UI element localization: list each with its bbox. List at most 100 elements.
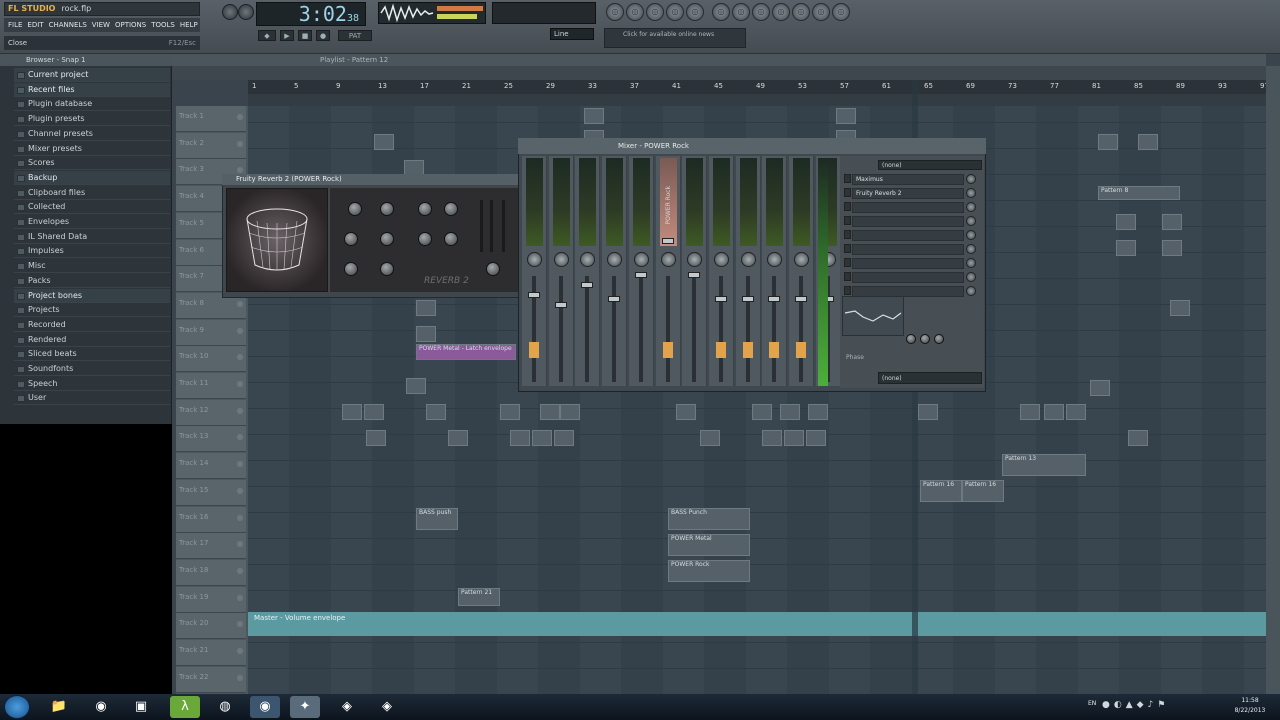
effect-slot[interactable] [852,216,964,227]
effect-slot[interactable]: Maximus [852,174,964,185]
pattern-clip-small[interactable] [366,430,386,446]
pattern-clip-small[interactable] [1066,404,1086,420]
pattern-clip-small[interactable] [676,404,696,420]
pattern-clip-small[interactable] [540,404,560,420]
pattern-clip-small[interactable] [1116,214,1136,230]
pattern-clip-small[interactable] [584,108,604,124]
pattern-clip[interactable]: POWER Metal - Latch envelope [416,344,516,360]
main-pitch-knob[interactable] [238,4,254,20]
pattern-clip-small[interactable] [752,404,772,420]
track-mute-led[interactable] [237,487,243,494]
stereo-sep-knob[interactable] [380,262,394,276]
wet-knob[interactable] [486,262,500,276]
strip-fader-handle[interactable] [795,296,807,302]
track-header[interactable]: Track 17 [176,533,246,560]
strip-pan-knob[interactable] [633,252,649,267]
mixer-output-select[interactable]: (none) [878,372,982,384]
pattern-clip-small[interactable] [1128,430,1148,446]
news-ticker[interactable]: Click for available online news [604,28,746,48]
browser-item[interactable]: Rendered [14,333,170,347]
diffusion-knob[interactable] [418,202,432,216]
track-header[interactable]: Track 22 [176,666,246,693]
track-mute-led[interactable] [237,381,243,387]
track-mute-led[interactable] [237,140,243,147]
slot-mix-knob[interactable] [966,272,976,282]
effect-slot[interactable] [852,258,964,269]
capture-app-icon[interactable]: ◈ [332,696,362,718]
bass-knob[interactable] [418,232,432,246]
wet-slider[interactable] [502,200,505,252]
pattern-clip-small[interactable] [1162,240,1182,256]
early-ref-slider[interactable] [490,200,493,252]
mixer-icon[interactable]: ◎ [686,3,704,21]
track-header[interactable]: Track 19 [176,586,246,613]
browser-item[interactable]: Plugin presets [14,112,170,127]
strip-route-button[interactable] [742,342,753,358]
record-button[interactable]: ● [316,30,330,41]
menu-item[interactable]: HELP [180,18,198,32]
slot-mix-knob[interactable] [966,244,976,254]
slot-mix-knob[interactable] [966,216,976,226]
strip-fader-handle[interactable] [688,272,701,278]
pattern-clip-small[interactable] [1020,404,1040,420]
pattern-clip-small[interactable] [918,404,938,420]
strip-pan-knob[interactable] [607,252,623,267]
pattern-clip-small[interactable] [762,430,782,446]
pattern-clip-small[interactable] [426,404,446,420]
lambda-app-icon[interactable]: λ [170,696,200,718]
track-mute-led[interactable] [237,354,243,361]
playlist-icon[interactable]: ◎ [606,3,624,21]
strip-route-button[interactable] [769,342,780,358]
decay-knob[interactable] [444,202,458,216]
track-header[interactable]: Track 15 [176,479,246,506]
track-mute-led[interactable] [237,648,243,654]
browser-item[interactable]: IL Shared Data [14,230,170,244]
browser-item[interactable]: Packs [14,274,170,288]
track-mute-led[interactable] [237,594,243,601]
pattern-clip-small[interactable] [554,430,574,446]
strip-fader-handle[interactable] [554,302,567,308]
track-mute-led[interactable] [237,327,243,334]
track-header[interactable]: Track 2 [176,132,246,159]
track-header[interactable]: Track 14 [176,453,246,480]
pattern-clip-small[interactable] [1090,380,1110,396]
browser-item[interactable]: Project bones [14,288,170,303]
eq-curve[interactable] [842,296,904,336]
track-header[interactable]: Track 21 [176,640,246,666]
firefox-icon[interactable]: ◍ [210,696,240,718]
main-volume-knob[interactable] [222,4,238,20]
mixer-strip[interactable] [762,156,788,386]
chrome-active-icon[interactable]: ◉ [250,696,280,718]
effect-slot[interactable] [852,202,964,213]
pattern-clip-small[interactable] [1044,404,1064,420]
strip-pan-knob[interactable] [660,252,676,267]
slot-enable-toggle[interactable] [844,174,851,183]
slot-enable-toggle[interactable] [844,272,851,281]
browser-item[interactable]: Soundfonts [14,362,170,376]
mixer-strip[interactable] [548,156,574,386]
track-header[interactable]: Track 10 [176,346,246,373]
track-header[interactable]: Track 9 [176,319,246,346]
strip-pan-knob[interactable] [527,252,542,267]
menu-item[interactable]: EDIT [27,18,43,32]
track-mute-led[interactable] [237,300,243,307]
mixer-strip[interactable] [789,156,814,386]
track-header[interactable]: Track 20 [176,613,246,640]
menu-item[interactable]: TOOLS [151,18,175,32]
effect-slot[interactable] [852,272,964,283]
strip-fader-handle[interactable] [528,292,540,298]
eq-knob-3[interactable] [934,334,944,344]
mixer-strip[interactable] [575,156,601,386]
track-mute-led[interactable] [237,407,243,414]
explorer-icon[interactable]: 📁 [44,696,74,718]
room-size-knob[interactable] [380,202,394,216]
pattern-clip-small[interactable] [1162,214,1182,230]
effect-slot[interactable] [852,244,964,255]
strip-route-button[interactable] [796,342,806,358]
plugin-picker-icon[interactable]: ◎ [732,3,750,21]
pattern-clip[interactable]: POWER Rock [668,560,750,582]
slot-mix-knob[interactable] [966,174,976,184]
clipboard-icon[interactable]: ◎ [812,3,830,21]
menu-item[interactable]: FILE [8,18,22,32]
mixer-title[interactable]: Mixer - POWER Rock [518,138,986,154]
